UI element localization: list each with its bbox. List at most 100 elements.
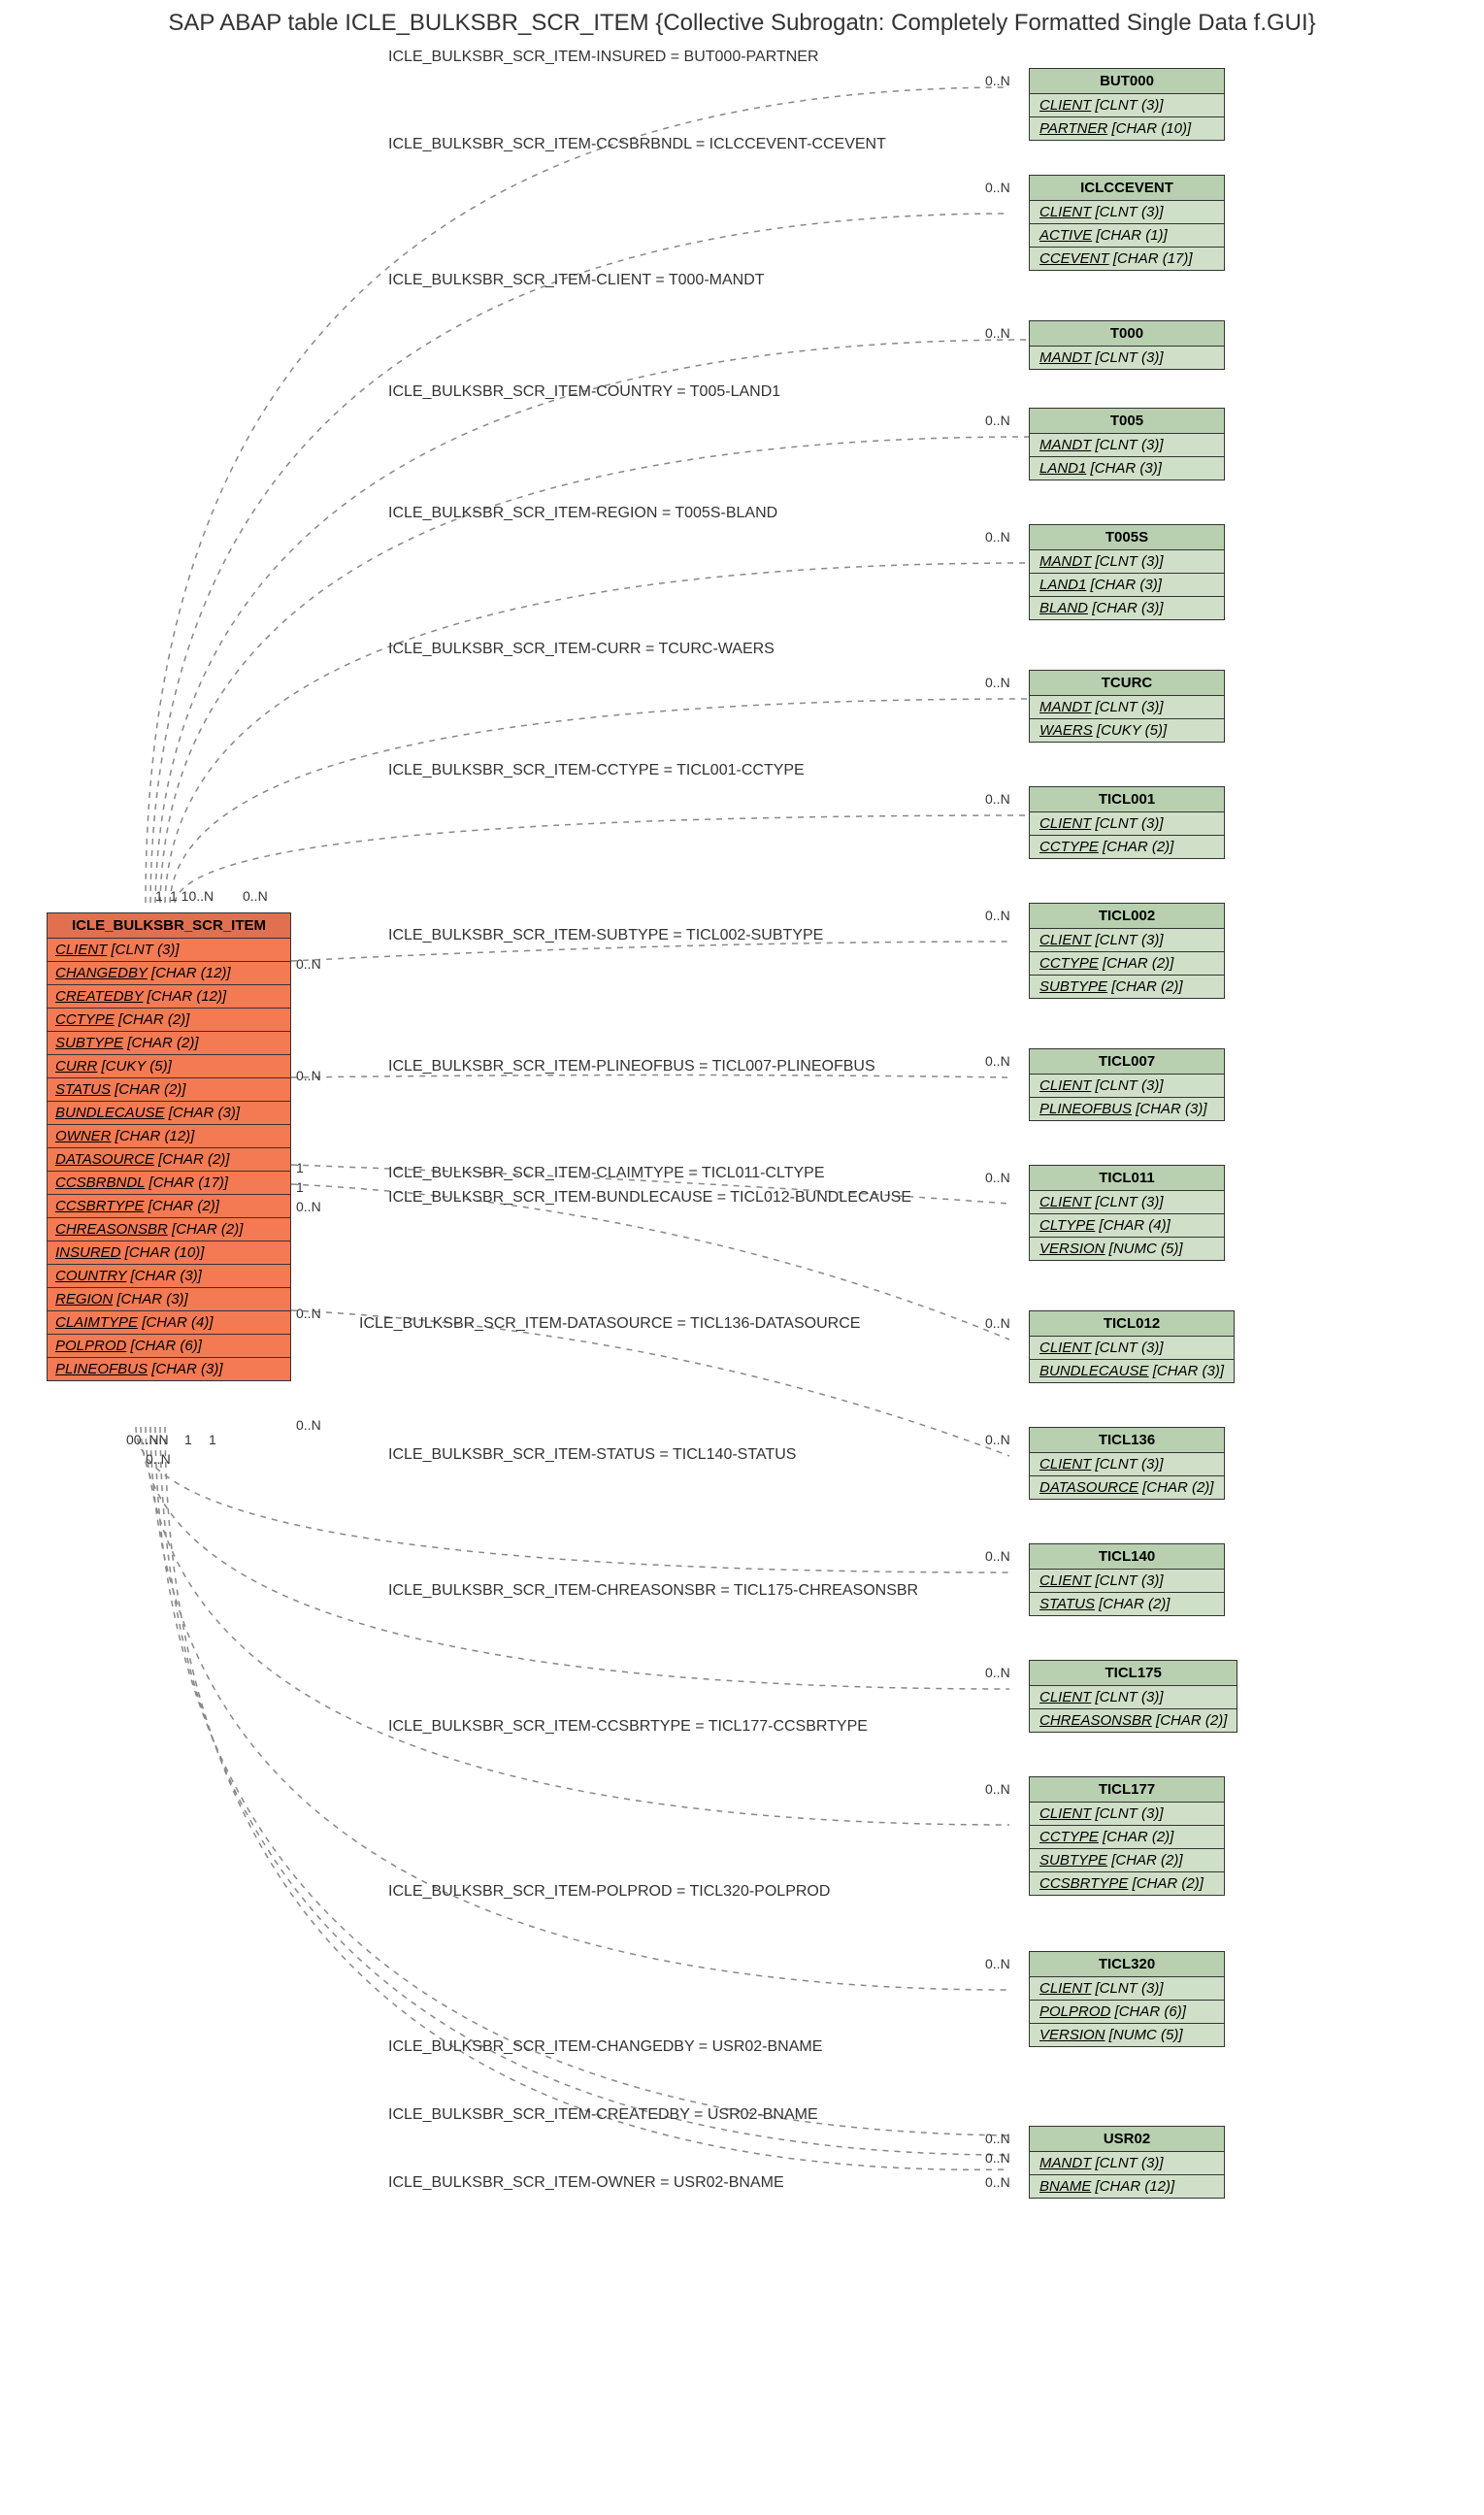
ref-table-header: T000	[1030, 321, 1224, 347]
card-bot-3: 1	[209, 1432, 216, 1447]
ref-table-header: TICL012	[1030, 1311, 1234, 1337]
ref-table-header: T005S	[1030, 525, 1224, 550]
ref-card-extra: 0..N	[985, 2174, 1010, 2190]
ref-table-ticl136: TICL136CLIENT [CLNT (3)]DATASOURCE [CHAR…	[1029, 1427, 1225, 1500]
ref-table-field: STATUS [CHAR (2)]	[1030, 1593, 1224, 1615]
ref-table-field: MANDT [CLNT (3)]	[1030, 550, 1224, 574]
main-table-field: CHANGEDBY [CHAR (12)]	[48, 962, 290, 985]
ref-table-field: CLIENT [CLNT (3)]	[1030, 1191, 1224, 1214]
main-table-field: INSURED [CHAR (10)]	[48, 1241, 290, 1265]
ref-table-header: USR02	[1030, 2127, 1224, 2152]
relationship-label: ICLE_BULKSBR_SCR_ITEM-INSURED = BUT000-P…	[388, 49, 819, 66]
ref-table-tcurc: TCURCMANDT [CLNT (3)]WAERS [CUKY (5)]	[1029, 670, 1225, 743]
ref-table-ticl175: TICL175CLIENT [CLNT (3)]CHREASONSBR [CHA…	[1029, 1660, 1237, 1733]
main-table-field: DATASOURCE [CHAR (2)]	[48, 1148, 290, 1172]
ref-table-t000: T000MANDT [CLNT (3)]	[1029, 320, 1225, 370]
ref-table-header: TICL175	[1030, 1661, 1237, 1686]
relationship-label: ICLE_BULKSBR_SCR_ITEM-DATASOURCE = TICL1…	[359, 1315, 860, 1333]
card-side-6: 0..N	[296, 1306, 321, 1321]
ref-table-ticl007: TICL007CLIENT [CLNT (3)]PLINEOFBUS [CHAR…	[1029, 1048, 1225, 1121]
ref-table-header: TICL002	[1030, 904, 1224, 929]
ref-table-field: CCSBRTYPE [CHAR (2)]	[1030, 1872, 1224, 1895]
ref-table-iclccevent: ICLCCEVENTCLIENT [CLNT (3)]ACTIVE [CHAR …	[1029, 175, 1225, 271]
ref-table-field: CLIENT [CLNT (3)]	[1030, 94, 1224, 117]
ref-table-field: CLIENT [CLNT (3)]	[1030, 1075, 1224, 1098]
main-table-header: ICLE_BULKSBR_SCR_ITEM	[48, 913, 290, 939]
ref-table-header: TICL136	[1030, 1428, 1224, 1453]
ref-card: 0..N	[985, 675, 1010, 690]
main-table-field: SUBTYPE [CHAR (2)]	[48, 1032, 290, 1055]
ref-table-header: T005	[1030, 409, 1224, 434]
ref-card: 0..N	[985, 1956, 1010, 1971]
relationship-label: ICLE_BULKSBR_SCR_ITEM-CLIENT = T000-MAND…	[388, 272, 765, 289]
relationship-label: ICLE_BULKSBR_SCR_ITEM-COUNTRY = T005-LAN…	[388, 383, 780, 401]
ref-table-header: ICLCCEVENT	[1030, 176, 1224, 201]
ref-table-header: TICL177	[1030, 1777, 1224, 1803]
ref-table-field: ACTIVE [CHAR (1)]	[1030, 224, 1224, 248]
ref-table-header: TICL320	[1030, 1952, 1224, 1977]
relationship-label: ICLE_BULKSBR_SCR_ITEM-CCTYPE = TICL001-C…	[388, 762, 805, 779]
ref-table-header: TICL140	[1030, 1544, 1224, 1570]
ref-card: 0..N	[985, 73, 1010, 88]
card-side-5: 0..N	[296, 1199, 321, 1214]
relationship-label: ICLE_BULKSBR_SCR_ITEM-PLINEOFBUS = TICL0…	[388, 1058, 875, 1075]
relationship-label: ICLE_BULKSBR_SCR_ITEM-CCSBRBNDL = ICLCCE…	[388, 136, 886, 153]
card-top-1: 1	[155, 888, 163, 904]
ref-table-field: DATASOURCE [CHAR (2)]	[1030, 1476, 1224, 1499]
ref-table-field: CLIENT [CLNT (3)]	[1030, 1977, 1224, 2001]
ref-table-field: CCEVENT [CHAR (17)]	[1030, 248, 1224, 270]
main-table-field: CCSBRBNDL [CHAR (17)]	[48, 1172, 290, 1195]
ref-table-ticl011: TICL011CLIENT [CLNT (3)]CLTYPE [CHAR (4)…	[1029, 1165, 1225, 1261]
relationship-label: ICLE_BULKSBR_SCR_ITEM-SUBTYPE = TICL002-…	[388, 927, 823, 944]
ref-table-field: CLIENT [CLNT (3)]	[1030, 1453, 1224, 1476]
card-side-2: 0..N	[296, 1068, 321, 1083]
main-table-field: CLIENT [CLNT (3)]	[48, 939, 290, 962]
ref-table-field: CCTYPE [CHAR (2)]	[1030, 836, 1224, 858]
ref-table-field: BLAND [CHAR (3)]	[1030, 597, 1224, 619]
ref-table-field: LAND1 [CHAR (3)]	[1030, 457, 1224, 480]
main-table-field: COUNTRY [CHAR (3)]	[48, 1265, 290, 1288]
card-bot-4: 0..N	[146, 1451, 171, 1467]
ref-table-header: TICL007	[1030, 1049, 1224, 1075]
ref-table-t005: T005MANDT [CLNT (3)]LAND1 [CHAR (3)]	[1029, 408, 1225, 480]
card-side-1: 0..N	[296, 956, 321, 972]
ref-table-field: CLIENT [CLNT (3)]	[1030, 812, 1224, 836]
ref-card: 0..N	[985, 1548, 1010, 1564]
card-top-2: 1 10..N	[170, 888, 214, 904]
main-table-field: CCTYPE [CHAR (2)]	[48, 1009, 290, 1032]
card-side-4: 1	[296, 1179, 304, 1195]
ref-table-field: LAND1 [CHAR (3)]	[1030, 574, 1224, 597]
ref-table-field: PARTNER [CHAR (10)]	[1030, 117, 1224, 140]
ref-table-but000: BUT000CLIENT [CLNT (3)]PARTNER [CHAR (10…	[1029, 68, 1225, 141]
relationship-label: ICLE_BULKSBR_SCR_ITEM-CHREASONSBR = TICL…	[388, 1582, 918, 1600]
ref-table-ticl140: TICL140CLIENT [CLNT (3)]STATUS [CHAR (2)…	[1029, 1543, 1225, 1616]
card-top-3: 0..N	[243, 888, 268, 904]
main-table-field: REGION [CHAR (3)]	[48, 1288, 290, 1311]
ref-table-field: SUBTYPE [CHAR (2)]	[1030, 976, 1224, 998]
ref-card: 0..N	[985, 1665, 1010, 1680]
ref-table-field: WAERS [CUKY (5)]	[1030, 719, 1224, 742]
ref-card-extra: 0..N	[985, 2150, 1010, 2166]
ref-card: 0..N	[985, 791, 1010, 807]
card-side-7: 0..N	[296, 1417, 321, 1433]
ref-table-field: CHREASONSBR [CHAR (2)]	[1030, 1709, 1237, 1732]
main-table-field: STATUS [CHAR (2)]	[48, 1078, 290, 1102]
card-bot-1: 00..NN	[126, 1432, 169, 1447]
main-table-field: CREATEDBY [CHAR (12)]	[48, 985, 290, 1009]
ref-table-field: MANDT [CLNT (3)]	[1030, 2152, 1224, 2175]
main-table-field: PLINEOFBUS [CHAR (3)]	[48, 1358, 290, 1380]
ref-table-field: PLINEOFBUS [CHAR (3)]	[1030, 1098, 1224, 1120]
main-table-field: CCSBRTYPE [CHAR (2)]	[48, 1195, 290, 1218]
ref-table-field: CLIENT [CLNT (3)]	[1030, 1570, 1224, 1593]
ref-table-field: MANDT [CLNT (3)]	[1030, 434, 1224, 457]
ref-card: 0..N	[985, 908, 1010, 923]
main-table-field: CHREASONSBR [CHAR (2)]	[48, 1218, 290, 1241]
ref-card: 0..N	[985, 1315, 1010, 1331]
diagram-canvas: SAP ABAP table ICLE_BULKSBR_SCR_ITEM {Co…	[0, 0, 1484, 2515]
ref-table-field: CLIENT [CLNT (3)]	[1030, 1803, 1224, 1826]
ref-table-header: TICL011	[1030, 1166, 1224, 1191]
ref-table-field: MANDT [CLNT (3)]	[1030, 696, 1224, 719]
ref-table-ticl177: TICL177CLIENT [CLNT (3)]CCTYPE [CHAR (2)…	[1029, 1776, 1225, 1896]
ref-table-ticl320: TICL320CLIENT [CLNT (3)]POLPROD [CHAR (6…	[1029, 1951, 1225, 2047]
ref-table-field: CLIENT [CLNT (3)]	[1030, 201, 1224, 224]
